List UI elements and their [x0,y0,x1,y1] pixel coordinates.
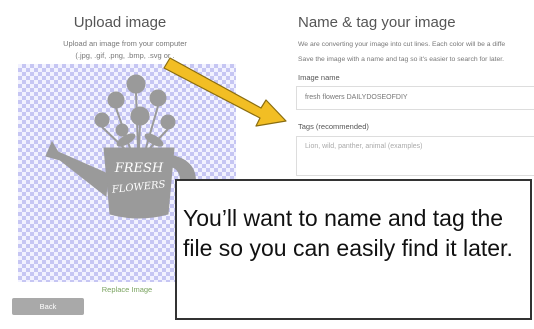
image-name-label: Image name [298,73,340,82]
tags-label: Tags (recommended) [298,122,369,131]
tags-input[interactable]: Lion, wild, panther, animal (examples) [296,136,534,176]
upload-file-types: (.jpg, .gif, .png, .bmp, .svg or . [75,51,175,60]
save-info: Save the image with a name and tag so it… [298,56,505,63]
instruction-callout: You’ll want to name and tag the file so … [175,179,532,320]
image-name-input[interactable]: fresh flowers DAILYDOSEOFDIY [296,86,534,110]
fresh-label: FRESH [114,161,164,176]
back-button[interactable]: Back [12,298,84,315]
name-and-tag-title: Name & tag your image [298,14,456,31]
upload-image-title: Upload image [73,14,167,31]
upload-instructions: Upload an image from your computer [63,39,187,48]
conversion-info: We are converting your image into cut li… [298,41,506,48]
